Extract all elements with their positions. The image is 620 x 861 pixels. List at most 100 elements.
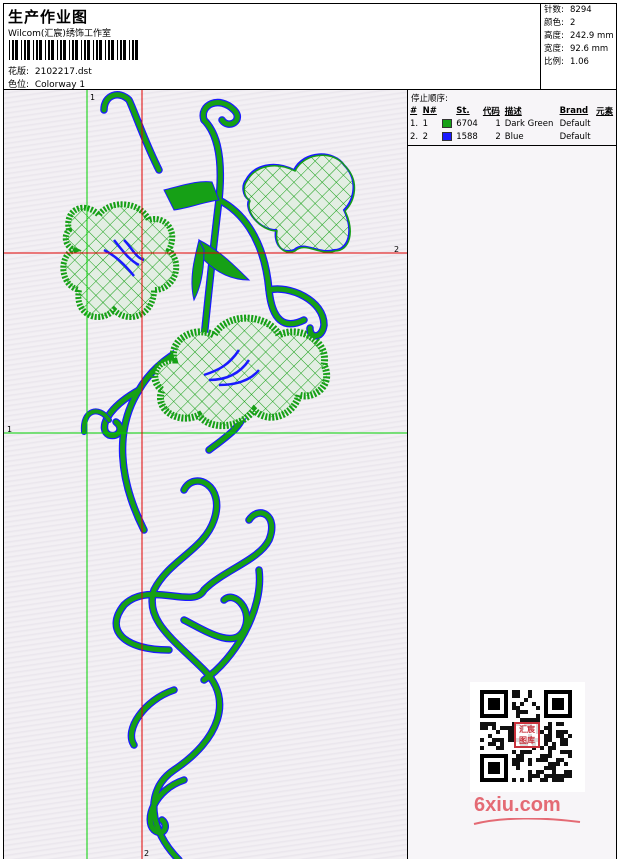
qr-module bbox=[488, 722, 492, 726]
stat-height: 高度: 242.9 mm bbox=[544, 31, 614, 41]
pattern-file-value: 2102217.dst bbox=[34, 67, 92, 77]
qr-module bbox=[520, 750, 524, 754]
qr-module bbox=[536, 774, 540, 778]
qr-module bbox=[564, 738, 568, 742]
qr-module bbox=[516, 762, 520, 766]
sheet-header: 生产作业图 Wilcom(汇宸)绣饰工作室 花版: 2102217.dst 色位… bbox=[4, 4, 616, 90]
qr-module bbox=[512, 758, 516, 762]
table-row[interactable]: 2. 2 1588 2 Blue Default bbox=[408, 130, 616, 143]
qr-module bbox=[560, 774, 564, 778]
qr-module bbox=[560, 722, 564, 726]
qr-module bbox=[520, 710, 524, 714]
qr-module bbox=[528, 774, 532, 778]
barcode-bar bbox=[93, 40, 94, 60]
barcode-bar bbox=[12, 40, 14, 60]
qr-module bbox=[556, 758, 560, 762]
qr-module bbox=[516, 706, 520, 710]
qr-module bbox=[548, 726, 552, 730]
qr-module bbox=[560, 738, 564, 742]
col-brand: Brand bbox=[559, 105, 589, 116]
qr-module bbox=[536, 758, 540, 762]
barcode-bar bbox=[75, 40, 78, 60]
barcode-bar bbox=[108, 40, 110, 60]
qr-module bbox=[516, 758, 520, 762]
barcode-bar bbox=[48, 40, 50, 60]
barcode-bar bbox=[87, 40, 90, 60]
qr-module bbox=[532, 702, 536, 706]
qr-module bbox=[516, 714, 520, 718]
qr-module bbox=[492, 738, 496, 742]
embroidery-design-canvas[interactable]: 1 1 2 2 bbox=[4, 90, 408, 859]
qr-module bbox=[560, 778, 564, 782]
colorway-row: 色位: Colorway 1 bbox=[8, 77, 85, 90]
barcode-bar bbox=[27, 40, 30, 60]
qr-module bbox=[564, 742, 568, 746]
barcode-bar bbox=[9, 40, 10, 60]
qr-module bbox=[556, 722, 560, 726]
qr-module bbox=[544, 738, 548, 742]
stop-sequence-title: 停止顺序: bbox=[411, 94, 448, 104]
barcode-bar bbox=[33, 40, 34, 60]
guide-v1-label: 1 bbox=[90, 93, 95, 102]
qr-module bbox=[552, 762, 556, 766]
qr-module bbox=[492, 742, 496, 746]
qr-module bbox=[544, 778, 548, 782]
barcode-bar bbox=[111, 40, 114, 60]
barcode-bar bbox=[57, 40, 58, 60]
qr-module bbox=[516, 694, 520, 698]
qr-module bbox=[512, 706, 516, 710]
table-header-row: # N# St. 代码 描述 Brand 元素 bbox=[408, 104, 616, 117]
qr-module bbox=[544, 758, 548, 762]
barcode-bar bbox=[123, 40, 126, 60]
qr-module bbox=[548, 774, 552, 778]
qr-module bbox=[512, 690, 516, 694]
qr-module bbox=[564, 774, 568, 778]
barcode-bar bbox=[99, 40, 102, 60]
color-swatch-dark-green bbox=[441, 118, 452, 128]
qr-module bbox=[532, 774, 536, 778]
qr-module bbox=[516, 710, 520, 714]
qr-module bbox=[552, 774, 556, 778]
colorway-label: 色位: bbox=[8, 80, 30, 90]
barcode-bar bbox=[24, 40, 26, 60]
qr-finder bbox=[552, 698, 564, 710]
qr-module bbox=[568, 774, 572, 778]
qr-module bbox=[528, 770, 532, 774]
studio-name: Wilcom(汇宸)绣饰工作室 bbox=[8, 29, 111, 39]
production-sheet: 生产作业图 Wilcom(汇宸)绣饰工作室 花版: 2102217.dst 色位… bbox=[3, 3, 617, 859]
barcode-bar bbox=[135, 40, 138, 60]
qr-module bbox=[568, 770, 572, 774]
stop-sequence-panel: 停止顺序: # N# St. 代码 描述 Brand 元素 1. 1 6704 … bbox=[408, 90, 616, 859]
qr-module bbox=[524, 750, 528, 754]
qr-module bbox=[512, 762, 516, 766]
col-index: # bbox=[410, 105, 418, 116]
leaf-group bbox=[163, 153, 356, 302]
guide-h2-label: 2 bbox=[394, 245, 399, 254]
qr-finder bbox=[488, 762, 500, 774]
qr-module bbox=[492, 722, 496, 726]
col-swatch bbox=[440, 104, 455, 117]
qr-module bbox=[556, 762, 560, 766]
qr-module bbox=[552, 746, 556, 750]
qr-module bbox=[516, 754, 520, 758]
qr-module bbox=[488, 742, 492, 746]
col-description: 描述 bbox=[504, 106, 522, 117]
qr-module bbox=[560, 730, 564, 734]
qr-module bbox=[548, 766, 552, 770]
qr-module bbox=[540, 778, 544, 782]
qr-module bbox=[492, 726, 496, 730]
guide-v2-label: 2 bbox=[144, 849, 149, 858]
table-row[interactable]: 1. 1 6704 1 Dark Green Default bbox=[408, 117, 616, 130]
qr-module bbox=[548, 746, 552, 750]
qr-module bbox=[484, 726, 488, 730]
qr-module bbox=[512, 750, 516, 754]
qr-module bbox=[524, 710, 528, 714]
qr-module bbox=[548, 738, 552, 742]
qr-module bbox=[508, 730, 512, 734]
sheet-title: 生产作业图 bbox=[8, 8, 89, 26]
qr-module bbox=[560, 758, 564, 762]
qr-module bbox=[544, 754, 548, 758]
qr-module bbox=[552, 766, 556, 770]
qr-module bbox=[516, 690, 520, 694]
qr-module bbox=[540, 746, 544, 750]
